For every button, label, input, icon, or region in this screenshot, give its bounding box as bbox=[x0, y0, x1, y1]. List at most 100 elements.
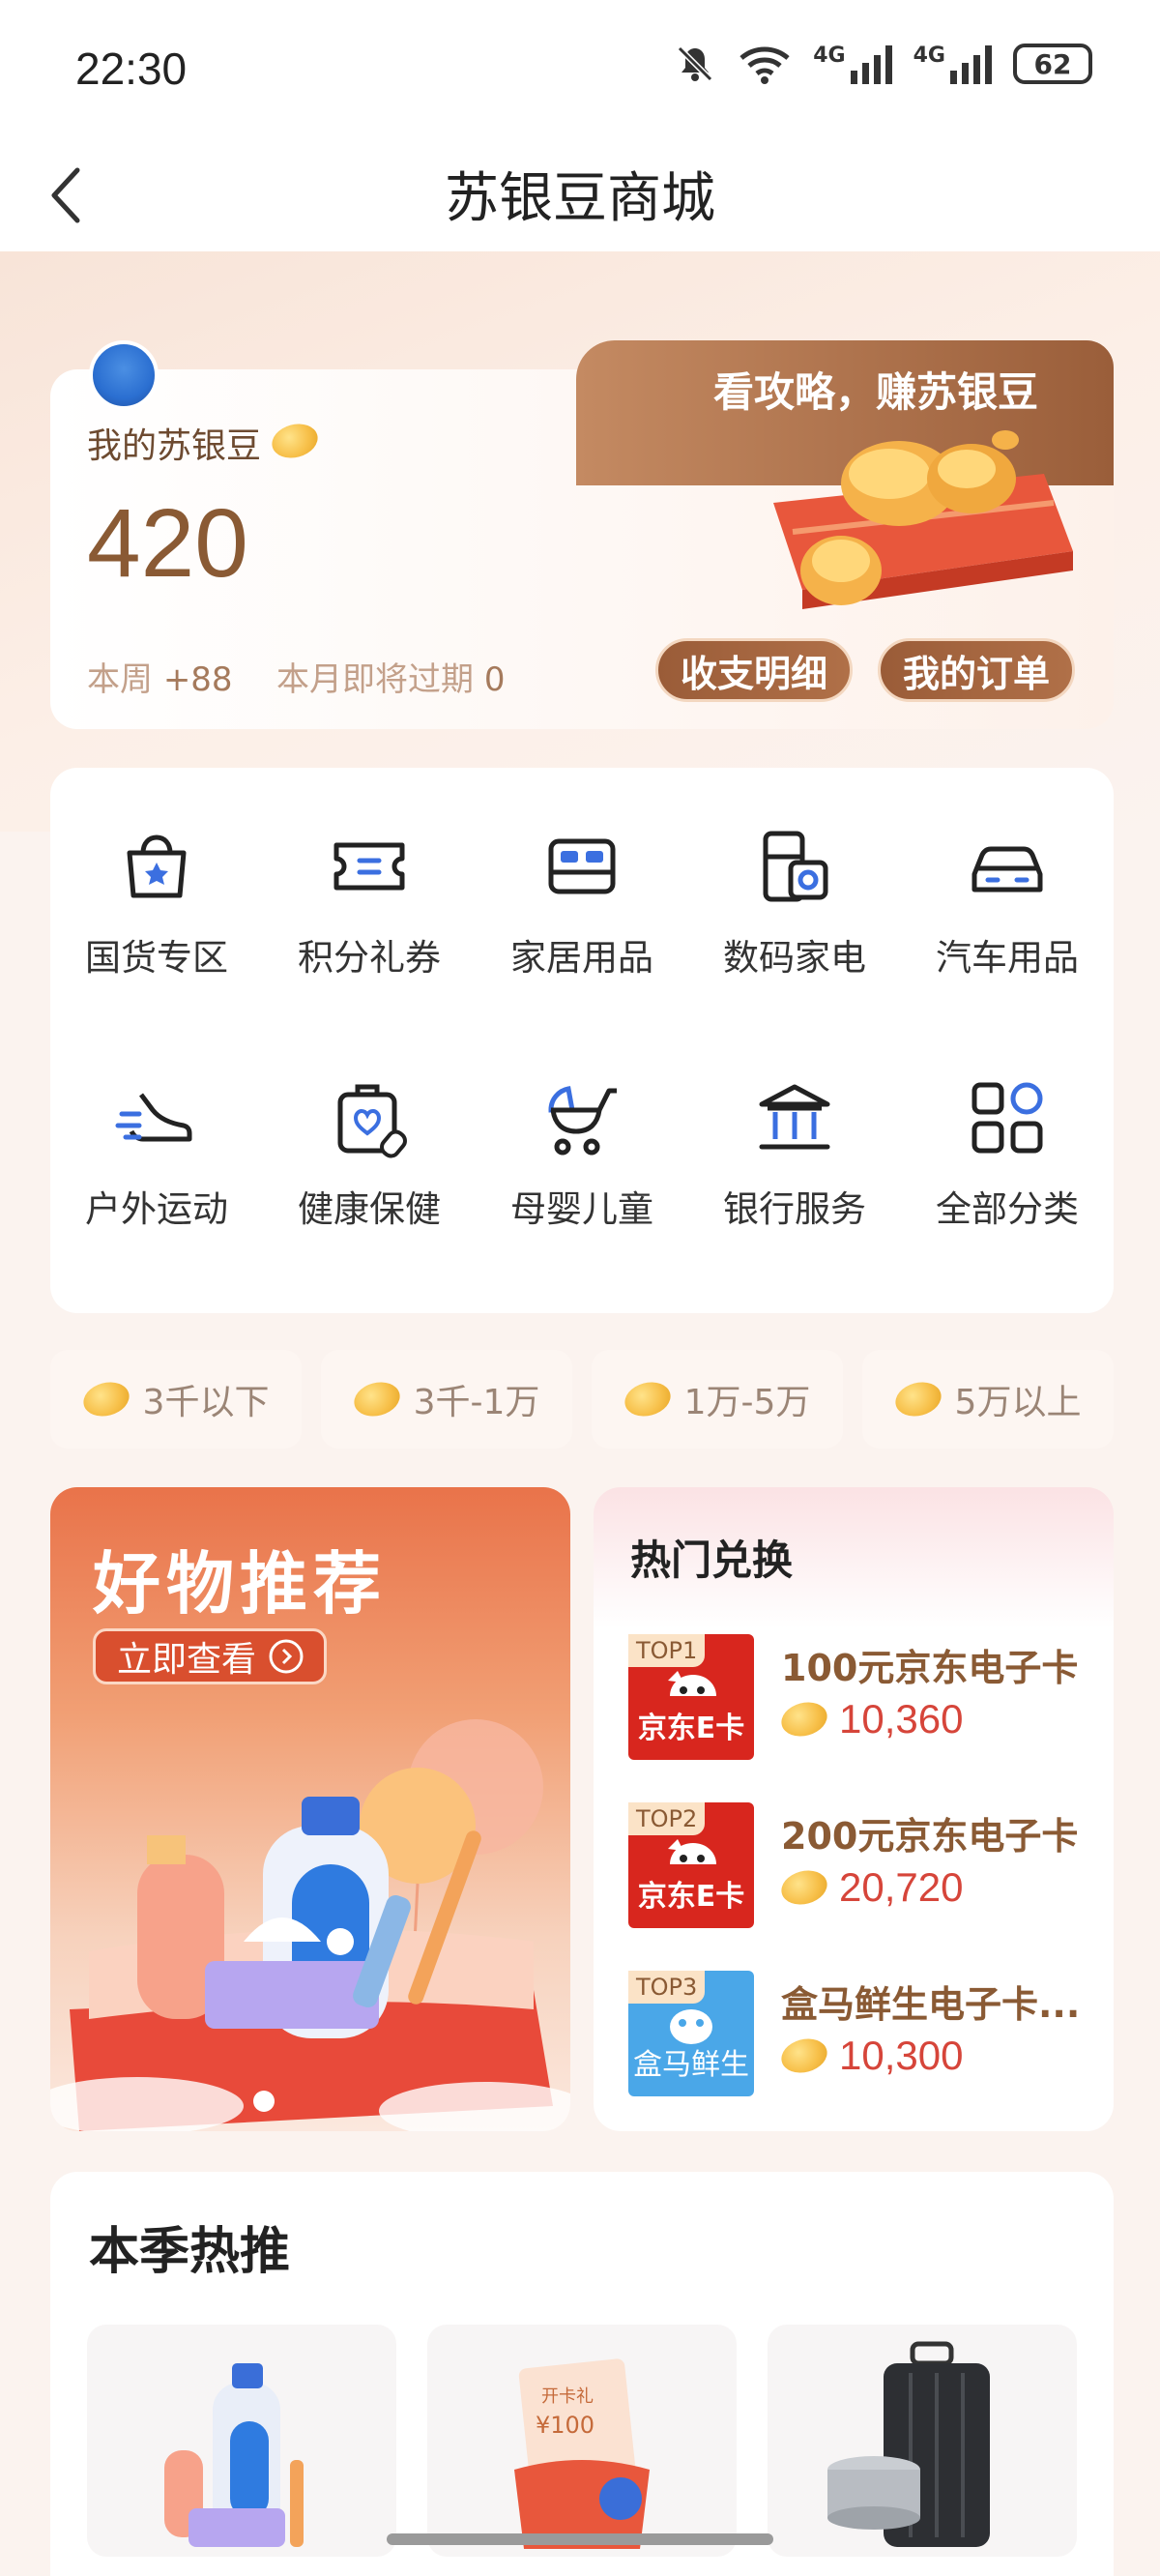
product-card[interactable]: 开卡礼 ¥100 bbox=[427, 2325, 737, 2557]
wifi-icon bbox=[740, 46, 790, 84]
my-orders-button[interactable]: 我的订单 bbox=[878, 638, 1075, 702]
expiring-this-month: 本月即将过期 0 bbox=[276, 653, 505, 700]
recommend-promo-banner[interactable]: 好物推荐 立即查看 bbox=[50, 1487, 570, 2131]
battery-icon: 62 bbox=[1013, 44, 1092, 84]
category-car-goods[interactable]: 汽车用品 bbox=[901, 824, 1114, 981]
price-filter-chip[interactable]: 3千以下 bbox=[50, 1350, 302, 1449]
category-home-goods[interactable]: 家居用品 bbox=[476, 824, 688, 981]
carousel-indicator bbox=[253, 2091, 275, 2112]
season-hot-section: 本季热推 开卡礼 ¥100 bbox=[50, 2172, 1114, 2576]
page-title: 苏银豆商城 bbox=[445, 167, 715, 230]
category-bank-services[interactable]: 银行服务 bbox=[688, 1075, 901, 1232]
price-filter-chip[interactable]: 1万-5万 bbox=[592, 1350, 843, 1449]
view-now-button[interactable]: 立即查看 bbox=[93, 1628, 328, 1684]
expire-value: 0 bbox=[483, 660, 506, 699]
rank-badge: TOP3 bbox=[628, 1971, 706, 2004]
product-card[interactable] bbox=[87, 2325, 396, 2557]
earn-guide-text: 看攻略，赚苏银豆 bbox=[713, 368, 1039, 416]
wallet-label: 我的苏银豆 bbox=[87, 418, 323, 468]
category-digital-appliances[interactable]: 数码家电 bbox=[688, 824, 901, 981]
wallet-label-text: 我的苏银豆 bbox=[87, 426, 262, 466]
category-all[interactable]: 全部分类 bbox=[901, 1075, 1114, 1232]
card-logo-text: 京东E卡 bbox=[637, 1880, 745, 1914]
bean-icon bbox=[890, 1377, 945, 1421]
category-outdoor-sports[interactable]: 户外运动 bbox=[50, 1075, 263, 1232]
promo-products-illustration bbox=[50, 1719, 570, 2131]
rank-badge: TOP2 bbox=[628, 1802, 706, 1835]
price-filter-chip[interactable]: 5万以上 bbox=[862, 1350, 1114, 1449]
status-time: 22:30 bbox=[75, 44, 188, 94]
status-icons: 4G 4G 62 bbox=[674, 43, 1092, 85]
mute-icon bbox=[678, 45, 713, 82]
item-price: 10,360 bbox=[777, 1696, 963, 1742]
luggage-pot-product-image bbox=[827, 2341, 990, 2547]
item-name: 100元京东电子卡 bbox=[781, 1647, 1079, 1689]
baby-stroller-icon bbox=[548, 1086, 617, 1156]
medical-kit-icon bbox=[337, 1084, 407, 1158]
bean-icon bbox=[621, 1377, 675, 1421]
view-now-label: 立即查看 bbox=[117, 1640, 257, 1680]
hot-item[interactable]: TOP3 盒马鲜生 盒马鲜生电子卡... 10,300 bbox=[628, 1971, 1092, 2096]
item-price-value: 10,300 bbox=[839, 2033, 964, 2078]
network-type-label: 4G bbox=[813, 44, 846, 68]
chevron-right-circle-icon bbox=[269, 1639, 304, 1674]
price-filter-bar: 3千以下 3千-1万 1万-5万 5万以上 bbox=[50, 1350, 1114, 1449]
expire-label: 本月即将过期 bbox=[276, 660, 474, 699]
signal-strength-1: 4G bbox=[813, 44, 892, 84]
wallet-balance: 420 bbox=[87, 489, 248, 598]
product-card[interactable] bbox=[768, 2325, 1077, 2557]
hema-ecard-image: TOP3 盒马鲜生 bbox=[628, 1971, 754, 2096]
category-label: 积分礼券 bbox=[298, 937, 441, 979]
sneaker-icon bbox=[115, 1093, 192, 1142]
item-price-value: 20,720 bbox=[839, 1864, 964, 1910]
coupon-ticket-icon bbox=[334, 842, 405, 891]
category-mother-baby[interactable]: 母婴儿童 bbox=[476, 1075, 688, 1232]
bean-icon bbox=[268, 419, 323, 463]
transaction-detail-button[interactable]: 收支明细 bbox=[655, 638, 853, 702]
bean-icon bbox=[777, 1865, 831, 1910]
category-label: 户外运动 bbox=[85, 1188, 228, 1230]
section-title: 本季热推 bbox=[89, 2223, 291, 2281]
card-gift-text: 开卡礼 bbox=[541, 2386, 594, 2407]
item-price: 20,720 bbox=[777, 1864, 964, 1911]
week-label: 本周 bbox=[87, 660, 153, 699]
category-domestic-goods[interactable]: 国货专区 bbox=[50, 824, 263, 981]
category-label: 母婴儿童 bbox=[510, 1188, 653, 1230]
category-label: 健康保健 bbox=[298, 1188, 441, 1230]
card-gift-amount: ¥100 bbox=[536, 2412, 594, 2439]
bean-icon bbox=[78, 1377, 133, 1421]
category-label: 国货专区 bbox=[85, 937, 228, 979]
jd-ecard-image: TOP1 京东E卡 bbox=[628, 1634, 754, 1760]
car-icon bbox=[972, 846, 1043, 893]
hot-item[interactable]: TOP1 京东E卡 100元京东电子卡 10,360 bbox=[628, 1634, 1092, 1760]
hot-item[interactable]: TOP2 京东E卡 200元京东电子卡 20,720 bbox=[628, 1802, 1092, 1928]
hot-exchange-panel: 热门兑换 TOP1 京东E卡 100元京东电子卡 10,360 TOP2 京东E… bbox=[594, 1487, 1114, 2131]
bank-building-icon bbox=[759, 1084, 830, 1150]
price-filter-chip[interactable]: 3千-1万 bbox=[321, 1350, 572, 1449]
category-label: 全部分类 bbox=[936, 1188, 1079, 1230]
network-type-label: 4G bbox=[913, 44, 945, 68]
category-health-care[interactable]: 健康保健 bbox=[263, 1075, 476, 1232]
jd-ecard-image: TOP2 京东E卡 bbox=[628, 1802, 754, 1928]
signal-strength-2: 4G bbox=[914, 44, 992, 84]
battery-level: 62 bbox=[1033, 47, 1072, 80]
category-points-coupons[interactable]: 积分礼券 bbox=[263, 824, 476, 981]
gift-card-product-image: 开卡礼 ¥100 bbox=[514, 2358, 650, 2549]
item-name: 200元京东电子卡 bbox=[781, 1815, 1079, 1858]
category-label: 家居用品 bbox=[510, 937, 653, 979]
category-label: 数码家电 bbox=[723, 937, 866, 979]
avatar[interactable] bbox=[89, 340, 159, 410]
home-indicator[interactable] bbox=[387, 2533, 773, 2545]
nav-bar: 苏银豆商城 bbox=[0, 145, 1160, 251]
status-bar: 22:30 4G 4G 62 bbox=[0, 0, 1160, 145]
daily-goods-product-image bbox=[164, 2363, 304, 2547]
bean-icon bbox=[350, 1377, 404, 1421]
card-logo-text: 盒马鲜生 bbox=[633, 2048, 749, 2082]
item-price: 10,300 bbox=[777, 2033, 964, 2079]
shopping-bag-star-icon bbox=[127, 834, 187, 898]
weekly-earned: 本周 +88 bbox=[87, 653, 233, 700]
category-label: 银行服务 bbox=[723, 1188, 866, 1230]
card-logo-text: 京东E卡 bbox=[637, 1712, 745, 1745]
price-filter-label: 5万以上 bbox=[954, 1383, 1082, 1422]
item-name: 盒马鲜生电子卡... bbox=[781, 1983, 1081, 2026]
